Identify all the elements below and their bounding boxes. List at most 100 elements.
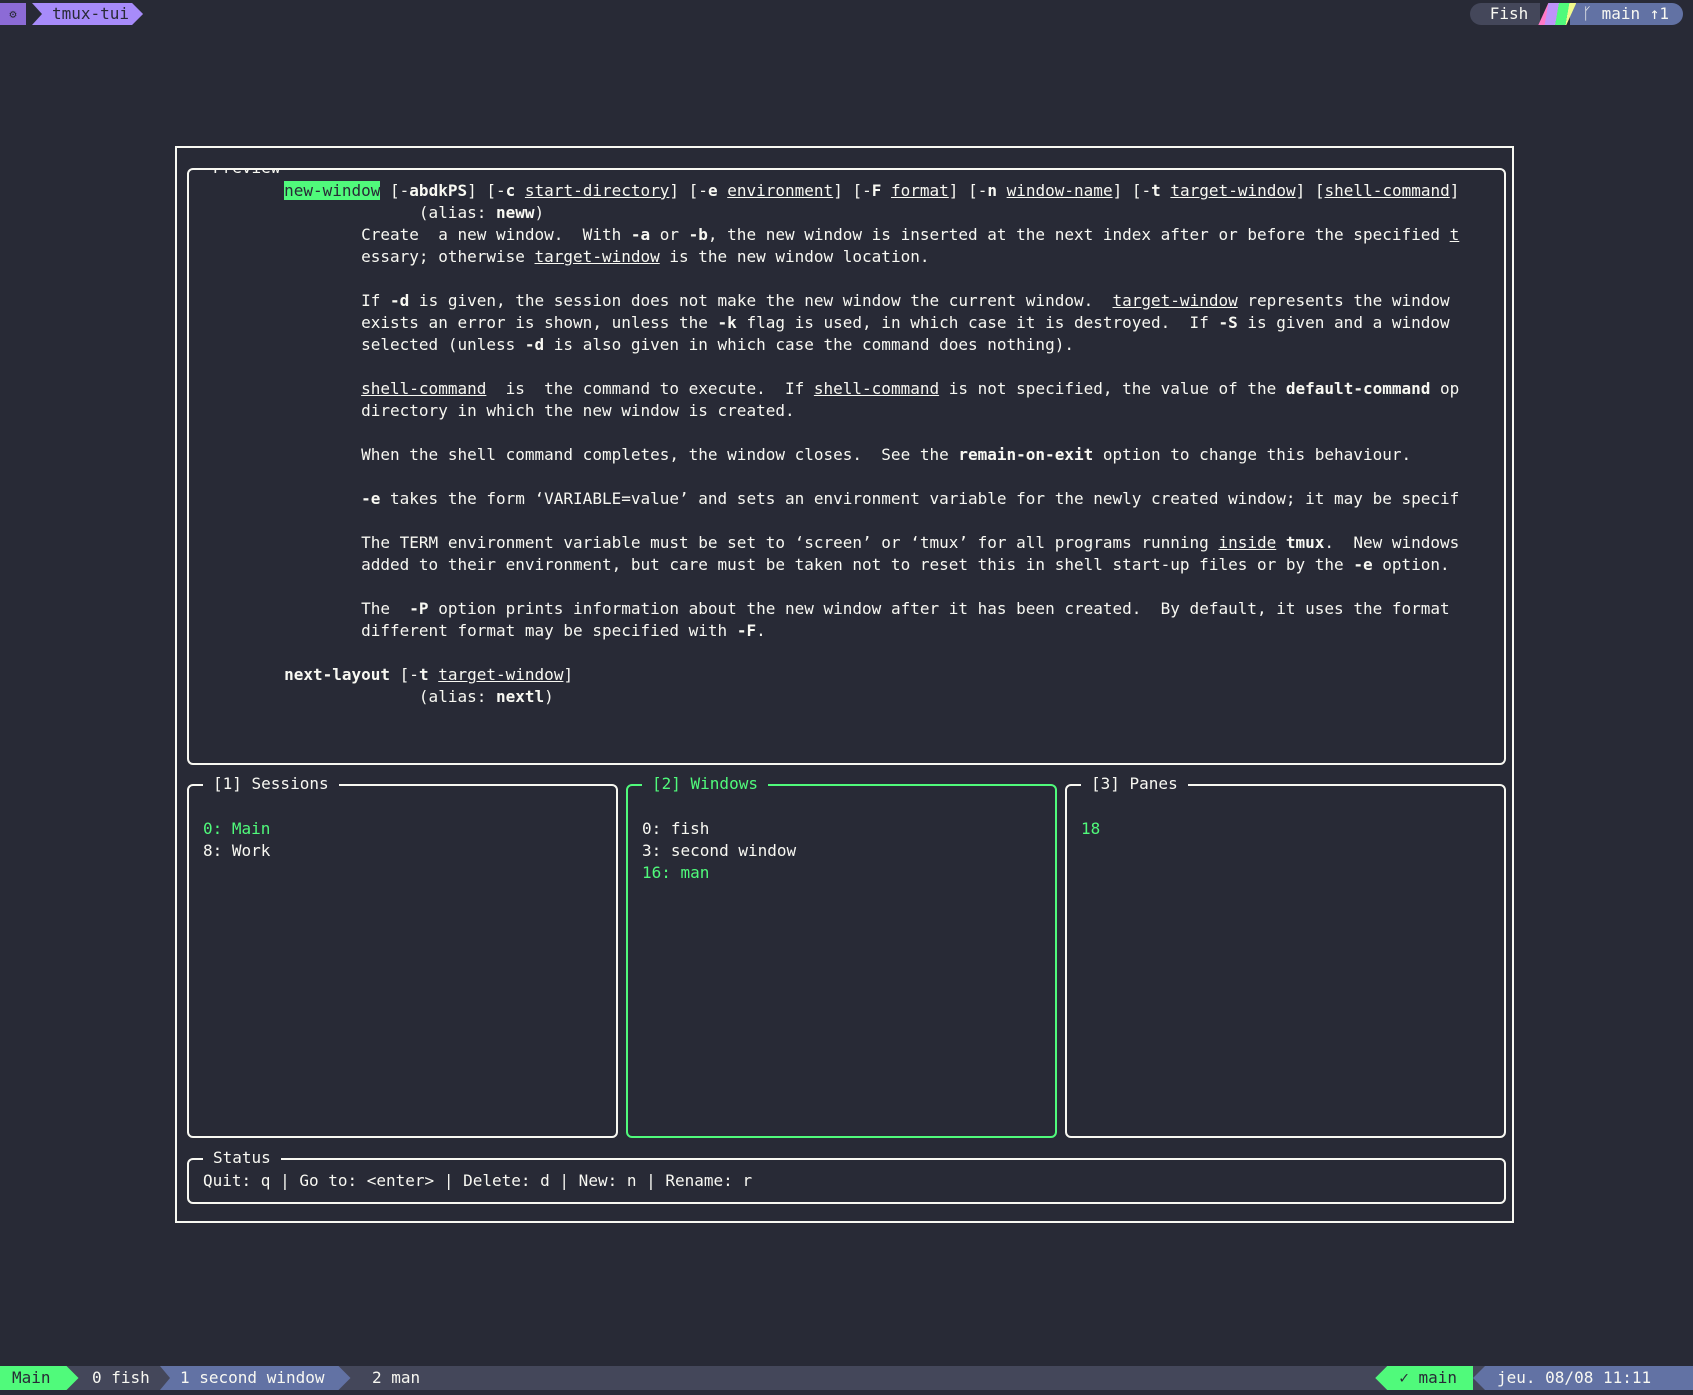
preview-text: ] <box>1449 181 1460 200</box>
windows-list-item[interactable]: 3: second window <box>642 840 796 862</box>
preview-line: The -P option prints information about t… <box>207 598 1504 620</box>
preview-text: ] [- <box>948 181 988 200</box>
preview-text: ) <box>534 203 545 222</box>
preview-text: When the shell command completes, the wi… <box>207 445 959 464</box>
preview-text: different format may be specified with <box>207 621 737 640</box>
preview-text: inside <box>1218 533 1277 552</box>
sessions-list-item[interactable]: 0: Main <box>203 818 270 840</box>
preview-line <box>207 356 1504 378</box>
preview-line <box>207 576 1504 598</box>
preview-text: is the command to execute. If <box>486 379 814 398</box>
preview-text <box>1161 181 1171 200</box>
preview-text <box>207 665 284 684</box>
preview-text: The TERM environment variable must be se… <box>207 533 1219 552</box>
preview-line <box>207 642 1504 664</box>
sessions-list-item[interactable]: 8: Work <box>203 840 270 862</box>
preview-text: n <box>987 181 997 200</box>
preview-line <box>207 422 1504 444</box>
windows-panel[interactable]: [2] Windows 0: fish 3: second window 16: m… <box>626 773 1057 1138</box>
preview-text: is given and a window <box>1237 313 1450 332</box>
preview-text: shell-command <box>813 379 940 398</box>
preview-text: takes the form ‘VARIABLE=value’ and sets… <box>380 489 1460 508</box>
preview-text: ] [- <box>669 181 708 200</box>
preview-line: Create a new window. With -a or -b, the … <box>207 224 1504 246</box>
preview-text: default-command <box>1285 379 1431 398</box>
preview-text: -S <box>1218 313 1238 332</box>
tui-frame: Preview new-window [-abdkPS] [-c start-d… <box>175 146 1514 1223</box>
preview-text: is also given in which case the command … <box>544 335 1074 354</box>
preview-content: new-window [-abdkPS] [-c start-directory… <box>207 180 1504 708</box>
preview-line: (alias: nextl) <box>207 686 1504 708</box>
panes-panel[interactable]: [3] Panes 18 <box>1065 773 1506 1138</box>
preview-text: -d <box>524 335 545 354</box>
preview-line: When the shell command completes, the wi… <box>207 444 1504 466</box>
preview-text: t <box>1449 225 1460 244</box>
preview-line: new-window [-abdkPS] [-c start-directory… <box>207 180 1504 202</box>
sessions-list: 0: Main 8: Work <box>203 818 270 862</box>
gear-icon: ⚙ <box>0 3 26 25</box>
preview-text <box>207 181 284 200</box>
preview-text <box>207 379 361 398</box>
tmux-git-status: ✓ main <box>1375 1366 1473 1390</box>
preview-text: start-directory <box>524 181 670 200</box>
tmux-datetime: jeu. 08/08 11:11 <box>1473 1366 1693 1390</box>
panes-title: [3] Panes <box>1081 773 1188 795</box>
preview-line: If -d is given, the session does not mak… <box>207 290 1504 312</box>
tmux-status-bar: Main 0 fish 1 second window 2 man ✓ main… <box>0 1366 1693 1390</box>
preview-line: essary; otherwise target-window is the n… <box>207 246 1504 268</box>
preview-line: next-layout [-t target-window] <box>207 664 1504 686</box>
preview-text: target-window <box>438 665 564 684</box>
preview-text: ] [ <box>1295 181 1325 200</box>
preview-text: -e <box>1353 555 1373 574</box>
preview-text: t <box>1151 181 1161 200</box>
preview-text <box>207 489 361 508</box>
preview-line: directory in which the new window is cre… <box>207 400 1504 422</box>
preview-text: ) <box>544 687 554 706</box>
preview-text: -a <box>630 225 651 244</box>
top-status-bar: ⚙ tmux-tui Fish ᚴ main ↑1 <box>0 0 1693 29</box>
preview-text: essary; otherwise <box>207 247 535 266</box>
preview-line: different format may be specified with -… <box>207 620 1504 642</box>
preview-text: . <box>756 621 766 640</box>
windows-list: 0: fish 3: second window 16: man <box>642 818 796 884</box>
windows-title: [2] Windows <box>642 773 768 795</box>
highlighted-match: new-window <box>284 181 381 200</box>
preview-text: next-layout <box>284 665 391 684</box>
preview-text: flag is used, in which case it is destro… <box>736 313 1219 332</box>
preview-text: is given, the session does not make the … <box>409 291 1113 310</box>
preview-line: exists an error is shown, unless the -k … <box>207 312 1504 334</box>
preview-panel[interactable]: Preview new-window [-abdkPS] [-c start-d… <box>187 168 1506 765</box>
preview-text: target-window <box>1112 291 1238 310</box>
preview-text: . New windows <box>1324 533 1460 552</box>
tmux-window-0[interactable]: 0 fish <box>80 1366 168 1390</box>
preview-text: remain-on-exit <box>958 445 1094 464</box>
preview-text: -d <box>390 291 410 310</box>
preview-text: shell-command <box>361 379 487 398</box>
preview-text: -k <box>717 313 737 332</box>
windows-list-item[interactable]: 0: fish <box>642 818 796 840</box>
preview-text: c <box>505 181 516 200</box>
preview-line <box>207 268 1504 290</box>
sessions-title: [1] Sessions <box>203 773 339 795</box>
preview-text: F <box>871 181 882 200</box>
preview-text: nextl <box>495 687 545 706</box>
preview-line: added to their environment, but care mus… <box>207 554 1504 576</box>
tmux-window-1[interactable]: 1 second window <box>160 1366 351 1390</box>
preview-text: ] [- <box>467 181 506 200</box>
git-ahead-count: ↑1 <box>1649 4 1669 23</box>
panes-list-item[interactable]: 18 <box>1081 818 1100 840</box>
preview-text: The <box>207 599 410 618</box>
tmux-session-name[interactable]: Main <box>0 1366 79 1390</box>
shell-name: Fish <box>1469 3 1541 25</box>
preview-text: selected (unless <box>207 335 525 354</box>
preview-text: If <box>207 291 391 310</box>
tmux-window-2[interactable]: 2 man <box>360 1366 432 1390</box>
windows-list-item[interactable]: 16: man <box>642 862 796 884</box>
preview-text: , the new window is inserted at the next… <box>707 225 1450 244</box>
sessions-panel[interactable]: [1] Sessions 0: Main 8: Work <box>187 773 618 1138</box>
preview-text: target-window <box>1170 181 1296 200</box>
preview-text: Create a new window. With <box>207 225 631 244</box>
preview-text: abdkPS <box>409 181 468 200</box>
preview-text: option prints information about the new … <box>428 599 1450 618</box>
preview-text: neww <box>495 203 535 222</box>
